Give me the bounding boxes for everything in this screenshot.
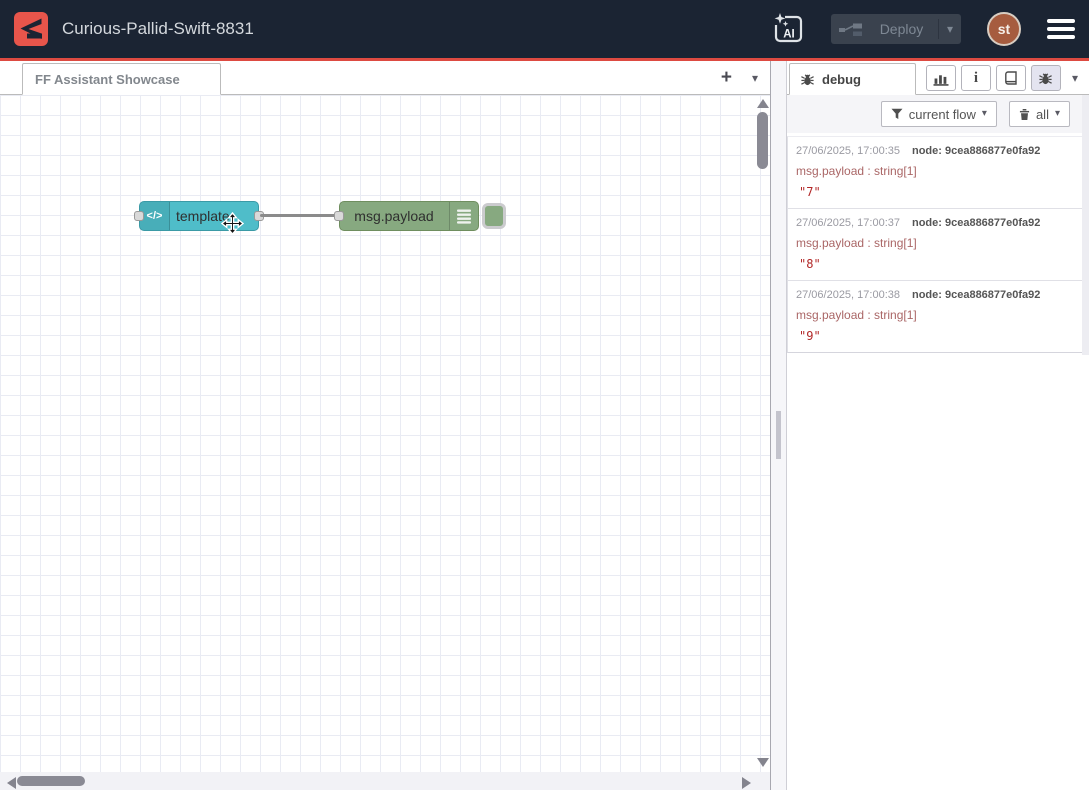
message-property: msg.payload : string[1] [796,308,1081,322]
book-icon [1003,71,1019,85]
template-input-port[interactable] [134,211,144,221]
dashboard-chart-button[interactable] [926,65,956,91]
filter-label: current flow [909,107,976,122]
debug-input-port[interactable] [334,211,344,221]
message-property: msg.payload : string[1] [796,236,1081,250]
message-property: msg.payload : string[1] [796,164,1081,178]
message-node-id: node: 9cea886877e0fa92 [912,217,1040,229]
info-icon: i [974,70,978,87]
page-title: Curious-Pallid-Swift-8831 [62,19,771,39]
message-node-id: node: 9cea886877e0fa92 [912,145,1040,157]
main-menu-button[interactable] [1047,19,1075,39]
svg-text:AI: AI [783,29,795,41]
message-timestamp: 27/06/2025, 17:00:35 [796,145,900,157]
debug-message[interactable]: 27/06/2025, 17:00:35 node: 9cea886877e0fa… [788,137,1089,209]
bug-icon [1038,71,1053,86]
message-value: "7" [796,185,1081,199]
ai-assistant-button[interactable]: AI [771,12,805,46]
debug-filter-button[interactable]: current flow ▾ [881,101,997,127]
workspace: FF Assistant Showcase + ▾ </> template m… [0,61,771,790]
flow-tabbar: FF Assistant Showcase + ▾ [0,61,770,95]
vertical-scrollbar-thumb[interactable] [757,112,768,169]
debug-enable-toggle[interactable] [482,203,506,229]
sidebar-tabbar: debug i [787,61,1089,95]
node-debug[interactable]: msg.payload [339,201,479,231]
funnel-icon [891,108,903,120]
message-value: "9" [796,329,1081,343]
debug-clear-button[interactable]: all ▾ [1009,101,1070,127]
help-book-button[interactable] [996,65,1026,91]
sidebar-tabs-caret[interactable]: ▾ [1072,72,1078,84]
flowfuse-logo [14,12,48,46]
horizontal-scrollbar-thumb[interactable] [17,776,85,786]
user-avatar[interactable]: st [987,12,1021,46]
debug-sidebar: debug i [787,61,1089,790]
debug-message[interactable]: 27/06/2025, 17:00:37 node: 9cea886877e0fa… [788,209,1089,281]
debug-messages-button[interactable] [1031,65,1061,91]
debug-lines-icon [449,202,478,230]
deploy-node-icon [839,22,863,37]
clear-caret: ▾ [1055,109,1060,119]
sparkle-icon [775,13,786,24]
add-flow-button[interactable]: + [721,68,732,87]
message-node-id: node: 9cea886877e0fa92 [912,289,1040,301]
info-button[interactable]: i [961,65,991,91]
debug-toolbar: current flow ▾ all ▾ [787,95,1089,133]
node-label: template [176,202,254,230]
flow-canvas[interactable]: </> template msg.payload [0,95,770,790]
sidebar-splitter [771,61,787,790]
deploy-options-caret[interactable]: ▾ [938,19,953,39]
scroll-right-arrow[interactable] [742,777,751,789]
tab-debug[interactable]: debug [789,63,916,95]
wire-template-to-debug[interactable] [260,214,342,217]
tab-debug-label: debug [822,72,861,87]
horizontal-scrollbar-track[interactable] [0,772,770,790]
clear-scope-label: all [1036,107,1049,122]
node-template[interactable]: </> template [139,201,259,231]
flow-list-caret[interactable]: ▾ [752,72,758,84]
deploy-button[interactable]: Deploy ▾ [831,14,961,44]
filter-caret: ▾ [982,109,987,119]
scroll-down-arrow[interactable] [757,758,769,767]
trash-icon [1019,108,1030,121]
deploy-label: Deploy [871,21,932,37]
message-value: "8" [796,257,1081,271]
message-timestamp: 27/06/2025, 17:00:37 [796,217,900,229]
message-timestamp: 27/06/2025, 17:00:38 [796,289,900,301]
splitter-drag-handle[interactable] [776,411,781,459]
flow-tab[interactable]: FF Assistant Showcase [22,63,221,95]
app-header: Curious-Pallid-Swift-8831 AI Deploy ▾ [0,0,1089,61]
bug-icon [800,72,815,87]
scroll-up-arrow[interactable] [757,99,769,108]
bar-chart-icon [932,71,950,86]
sidebar-scrollbar-track[interactable] [1082,95,1089,355]
code-icon: </> [140,202,170,230]
debug-message[interactable]: 27/06/2025, 17:00:38 node: 9cea886877e0fa… [788,281,1089,352]
node-label: msg.payload [340,202,448,230]
debug-message-list: 27/06/2025, 17:00:35 node: 9cea886877e0fa… [787,136,1089,353]
scroll-left-arrow[interactable] [7,777,16,789]
